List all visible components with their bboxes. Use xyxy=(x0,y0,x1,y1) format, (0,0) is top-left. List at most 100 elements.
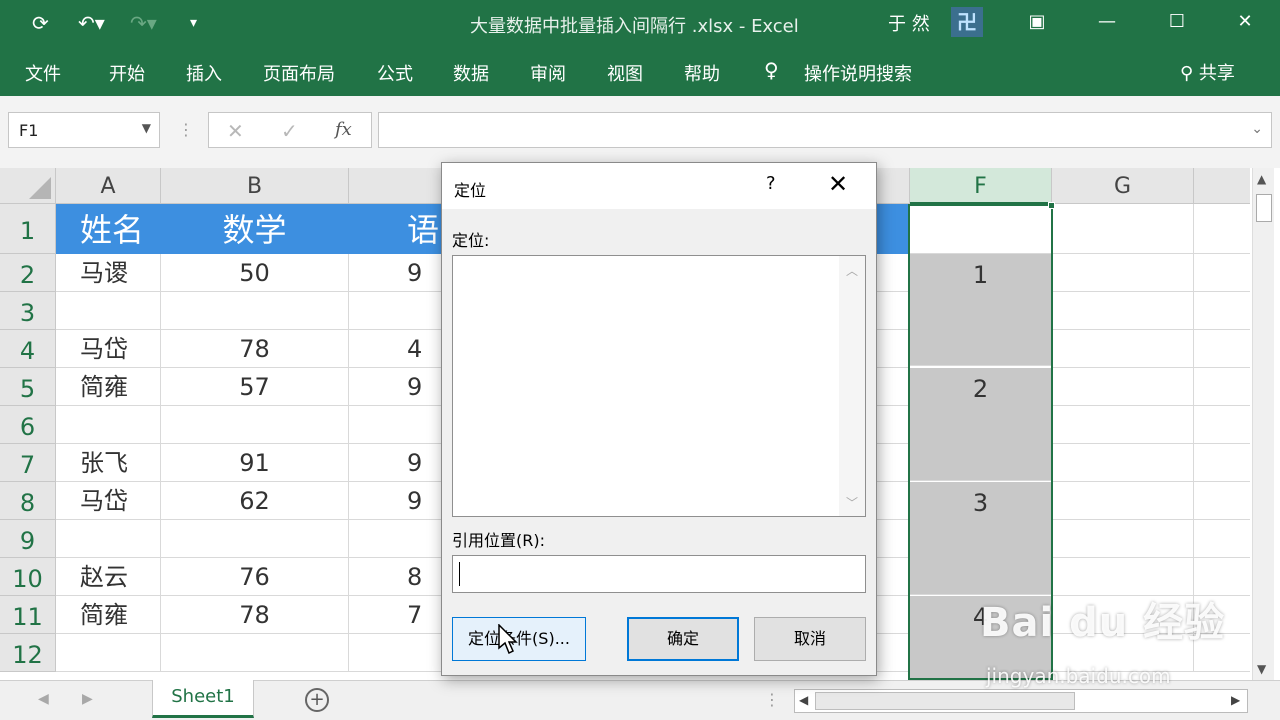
cell-g[interactable] xyxy=(1052,634,1194,672)
cell-b[interactable]: 78 xyxy=(161,596,349,634)
cell-f[interactable]: 2 xyxy=(910,368,1052,481)
cell-b[interactable]: 50 xyxy=(161,254,349,292)
cell-b[interactable] xyxy=(161,520,349,558)
close-icon[interactable]: ✕ xyxy=(828,170,848,198)
tab-split-grip-icon[interactable]: ⋮ xyxy=(764,690,780,709)
cell-h[interactable] xyxy=(1194,330,1250,368)
next-sheet-icon[interactable]: ▶ xyxy=(82,691,93,707)
cell-a[interactable]: 姓名 xyxy=(56,204,161,254)
cell-h[interactable] xyxy=(1194,482,1250,520)
maximize-icon[interactable]: ☐ xyxy=(1162,8,1192,36)
cell-a[interactable] xyxy=(56,634,161,672)
column-header-h[interactable] xyxy=(1194,168,1250,204)
goto-list[interactable]: ︿ ﹀ xyxy=(452,255,866,517)
cancel-button[interactable]: 取消 xyxy=(754,617,866,661)
minimize-icon[interactable]: — xyxy=(1092,8,1122,36)
formula-input[interactable]: ⌄ xyxy=(378,112,1272,148)
cell-b[interactable] xyxy=(161,634,349,672)
cell-h[interactable] xyxy=(1194,596,1250,634)
cell-g[interactable] xyxy=(1052,292,1194,330)
dialog-title-bar[interactable]: 定位 ? ✕ xyxy=(442,163,876,209)
cell-g[interactable] xyxy=(1052,596,1194,634)
add-sheet-icon[interactable]: + xyxy=(305,688,329,712)
tab-insert[interactable]: 插入 xyxy=(186,60,222,86)
cell-b[interactable]: 57 xyxy=(161,368,349,406)
cell-g[interactable] xyxy=(1052,254,1194,292)
tab-view[interactable]: 视图 xyxy=(607,60,643,86)
row-header[interactable]: 12 xyxy=(0,634,56,672)
vertical-scrollbar[interactable]: ▲ ▼ xyxy=(1252,168,1274,680)
cell-b[interactable] xyxy=(161,406,349,444)
select-all-corner[interactable] xyxy=(0,168,56,204)
cell-g[interactable] xyxy=(1052,330,1194,368)
tab-home[interactable]: 开始 xyxy=(109,60,145,86)
cell-g[interactable] xyxy=(1052,204,1194,254)
user-name[interactable]: 于 然 xyxy=(888,10,930,36)
row-header[interactable]: 5 xyxy=(0,368,56,406)
tab-file[interactable]: 文件 xyxy=(25,60,61,86)
cell-f[interactable]: 1 xyxy=(910,254,1052,366)
prev-sheet-icon[interactable]: ◀ xyxy=(38,691,49,707)
row-header[interactable]: 3 xyxy=(0,292,56,330)
cell-h[interactable] xyxy=(1194,558,1250,596)
cell-g[interactable] xyxy=(1052,520,1194,558)
autosave-icon[interactable]: ⟳ xyxy=(32,10,49,36)
goto-special-button[interactable]: 定位条件(S)... xyxy=(452,617,586,661)
cell-g[interactable] xyxy=(1052,482,1194,520)
name-box[interactable]: F1 ▼ xyxy=(8,112,160,148)
ok-button[interactable]: 确定 xyxy=(627,617,739,661)
insert-function-icon[interactable]: fx xyxy=(335,119,352,140)
tab-data[interactable]: 数据 xyxy=(453,60,489,86)
cell-a[interactable] xyxy=(56,520,161,558)
cell-h[interactable] xyxy=(1194,444,1250,482)
chevron-up-icon[interactable]: ︿ xyxy=(846,262,858,279)
vertical-scroll-thumb[interactable] xyxy=(1256,194,1272,222)
cell-g[interactable] xyxy=(1052,558,1194,596)
tab-review[interactable]: 审阅 xyxy=(530,60,566,86)
reference-input[interactable] xyxy=(452,555,866,593)
tell-me-search[interactable]: 操作说明搜索 xyxy=(804,60,912,86)
cell-a[interactable]: 马谡 xyxy=(56,254,161,292)
cell-a[interactable]: 赵云 xyxy=(56,558,161,596)
scroll-right-icon[interactable]: ▶ xyxy=(1231,693,1240,707)
cell-h[interactable] xyxy=(1194,520,1250,558)
column-header-g[interactable]: G xyxy=(1052,168,1194,204)
cell-a[interactable]: 简雍 xyxy=(56,368,161,406)
cell-a[interactable]: 简雍 xyxy=(56,596,161,634)
cell-a[interactable] xyxy=(56,292,161,330)
cell-h[interactable] xyxy=(1194,368,1250,406)
cell-h[interactable] xyxy=(1194,406,1250,444)
cell-h[interactable] xyxy=(1194,254,1250,292)
cell-b[interactable]: 78 xyxy=(161,330,349,368)
cell-f[interactable] xyxy=(910,204,1052,254)
row-header[interactable]: 2 xyxy=(0,254,56,292)
close-window-icon[interactable]: ✕ xyxy=(1230,8,1260,36)
row-header[interactable]: 4 xyxy=(0,330,56,368)
row-header[interactable]: 1 xyxy=(0,204,56,254)
cell-a[interactable]: 张飞 xyxy=(56,444,161,482)
undo-icon[interactable]: ↶▾ xyxy=(78,10,105,36)
enter-entry-icon[interactable]: ✓ xyxy=(281,119,298,143)
scroll-up-icon[interactable]: ▲ xyxy=(1257,172,1266,186)
column-header-a[interactable]: A xyxy=(56,168,161,204)
cell-f[interactable]: 4 xyxy=(910,596,1052,680)
cell-a[interactable]: 马岱 xyxy=(56,330,161,368)
cell-g[interactable] xyxy=(1052,406,1194,444)
cancel-entry-icon[interactable]: ✕ xyxy=(227,119,244,143)
scroll-left-icon[interactable]: ◀ xyxy=(799,693,808,707)
cell-g[interactable] xyxy=(1052,444,1194,482)
sheet-tab-sheet1[interactable]: Sheet1 xyxy=(152,680,254,718)
row-header[interactable]: 8 xyxy=(0,482,56,520)
column-header-f[interactable]: F xyxy=(910,168,1052,204)
tab-help[interactable]: 帮助 xyxy=(684,60,720,86)
expand-formula-icon[interactable]: ⌄ xyxy=(1251,121,1263,137)
column-header-b[interactable]: B xyxy=(161,168,349,204)
help-icon[interactable]: ? xyxy=(766,173,776,194)
row-header[interactable]: 11 xyxy=(0,596,56,634)
row-header[interactable]: 10 xyxy=(0,558,56,596)
row-header[interactable]: 6 xyxy=(0,406,56,444)
cell-h[interactable] xyxy=(1194,634,1250,672)
cell-h[interactable] xyxy=(1194,292,1250,330)
horizontal-scrollbar[interactable]: ◀ ▶ xyxy=(794,689,1248,713)
cell-b[interactable] xyxy=(161,292,349,330)
